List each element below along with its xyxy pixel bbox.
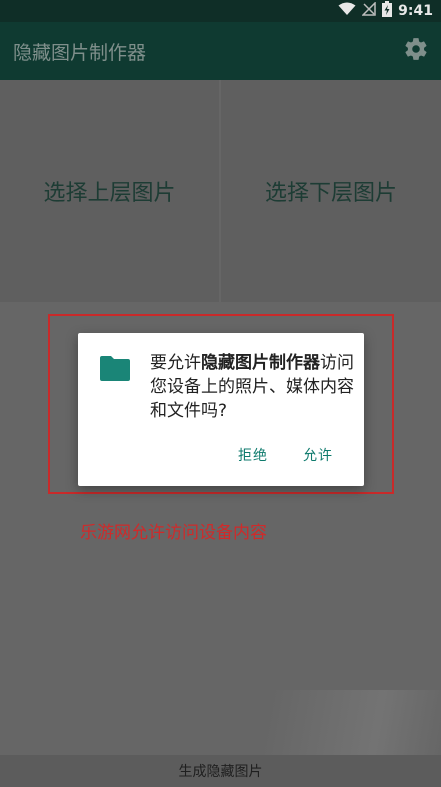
- status-bar: 9:41: [0, 0, 441, 22]
- message-app-name: 隐藏图片制作器: [201, 353, 320, 373]
- gear-icon: [403, 36, 429, 66]
- permission-message: 要允许隐藏图片制作器访问您设备上的照片、媒体内容和文件吗?: [150, 351, 356, 423]
- wifi-icon: [338, 2, 356, 20]
- settings-button[interactable]: [401, 36, 431, 66]
- annotation-caption: 乐游网允许访问设备内容: [80, 523, 267, 543]
- battery-charging-icon: [382, 1, 393, 21]
- deny-button[interactable]: 拒绝: [238, 445, 268, 465]
- status-icons: 9:41: [338, 1, 433, 21]
- bottom-shade: [0, 690, 441, 755]
- app-title: 隐藏图片制作器: [13, 42, 147, 64]
- dialog-actions: 拒绝 允许: [78, 445, 364, 469]
- select-lower-image-button[interactable]: 选择下层图片: [221, 80, 441, 302]
- message-prefix: 要允许: [150, 353, 201, 373]
- picker-row: 选择上层图片 选择下层图片: [0, 80, 441, 302]
- allow-button[interactable]: 允许: [303, 445, 333, 465]
- status-time: 9:41: [398, 3, 433, 19]
- folder-icon: [100, 355, 130, 381]
- app-bar: 隐藏图片制作器: [0, 22, 441, 80]
- signal-off-icon: [361, 1, 376, 20]
- select-upper-image-button[interactable]: 选择上层图片: [0, 80, 219, 302]
- generate-hidden-image-button[interactable]: 生成隐藏图片: [0, 755, 441, 787]
- permission-dialog: 要允许隐藏图片制作器访问您设备上的照片、媒体内容和文件吗? 拒绝 允许: [78, 333, 364, 486]
- screen: 9:41 隐藏图片制作器 选择上层图片 选择下层图片 要允许隐藏图片制作器访问您…: [0, 0, 441, 787]
